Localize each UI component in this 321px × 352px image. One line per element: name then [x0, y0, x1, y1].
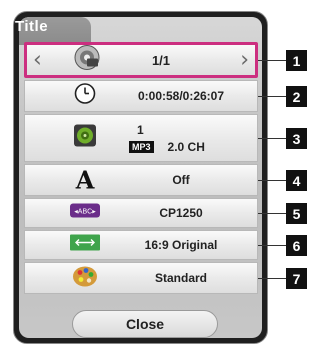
panel-title: Title	[15, 18, 49, 35]
callout-leader-7	[258, 278, 286, 279]
audio-track-number: 1	[137, 123, 144, 137]
picture-mode-row[interactable]: Standard	[24, 262, 258, 294]
codec-badge: MP3	[129, 141, 154, 153]
disc-icon	[74, 45, 100, 76]
callout-4: 4	[286, 170, 307, 191]
callout-leader-2	[258, 96, 286, 97]
close-button[interactable]: Close	[72, 310, 218, 338]
callout-2: 2	[286, 86, 307, 107]
palette-icon	[72, 264, 98, 293]
next-arrow-icon[interactable]: ›	[240, 48, 249, 73]
audio-channels: 2.0 CH	[167, 140, 205, 154]
subtitle-row[interactable]: A Off	[24, 164, 258, 196]
prev-arrow-icon[interactable]: ‹	[33, 48, 42, 73]
codepage-value: CP1250	[159, 206, 203, 220]
callout-6: 6	[286, 235, 307, 256]
callout-leader-6	[258, 245, 286, 246]
callout-3: 3	[286, 128, 307, 149]
time-row[interactable]: 0:00:58/0:26:07	[24, 80, 258, 112]
title-value: 1/1	[151, 52, 171, 68]
svg-text:◂ABC▸: ◂ABC▸	[74, 209, 96, 216]
callout-7: 7	[286, 268, 307, 289]
subtitle-icon: A	[75, 165, 95, 195]
title-row[interactable]: ‹ 1/1 ›	[24, 42, 258, 78]
audio-row[interactable]: 1 MP3 2.0 CH	[24, 114, 258, 162]
callout-1: 1	[286, 50, 307, 71]
subtitle-value: Off	[172, 173, 190, 187]
aspect-row[interactable]: 16:9 Original	[24, 230, 258, 260]
time-value: 0:00:58/0:26:07	[137, 89, 225, 103]
aspect-value: 16:9 Original	[144, 238, 218, 252]
callout-leader-1	[258, 60, 286, 61]
callout-leader-3	[258, 138, 286, 139]
callout-leader-5	[258, 213, 286, 214]
speaker-icon	[73, 124, 97, 153]
callout-5: 5	[286, 203, 307, 224]
picture-mode-value: Standard	[154, 271, 207, 285]
callout-leader-4	[258, 180, 286, 181]
codepage-row[interactable]: ◂ABC▸ CP1250	[24, 198, 258, 228]
clock-icon	[74, 83, 96, 110]
abc-icon: ◂ABC▸	[70, 203, 100, 223]
aspect-icon	[70, 234, 100, 256]
